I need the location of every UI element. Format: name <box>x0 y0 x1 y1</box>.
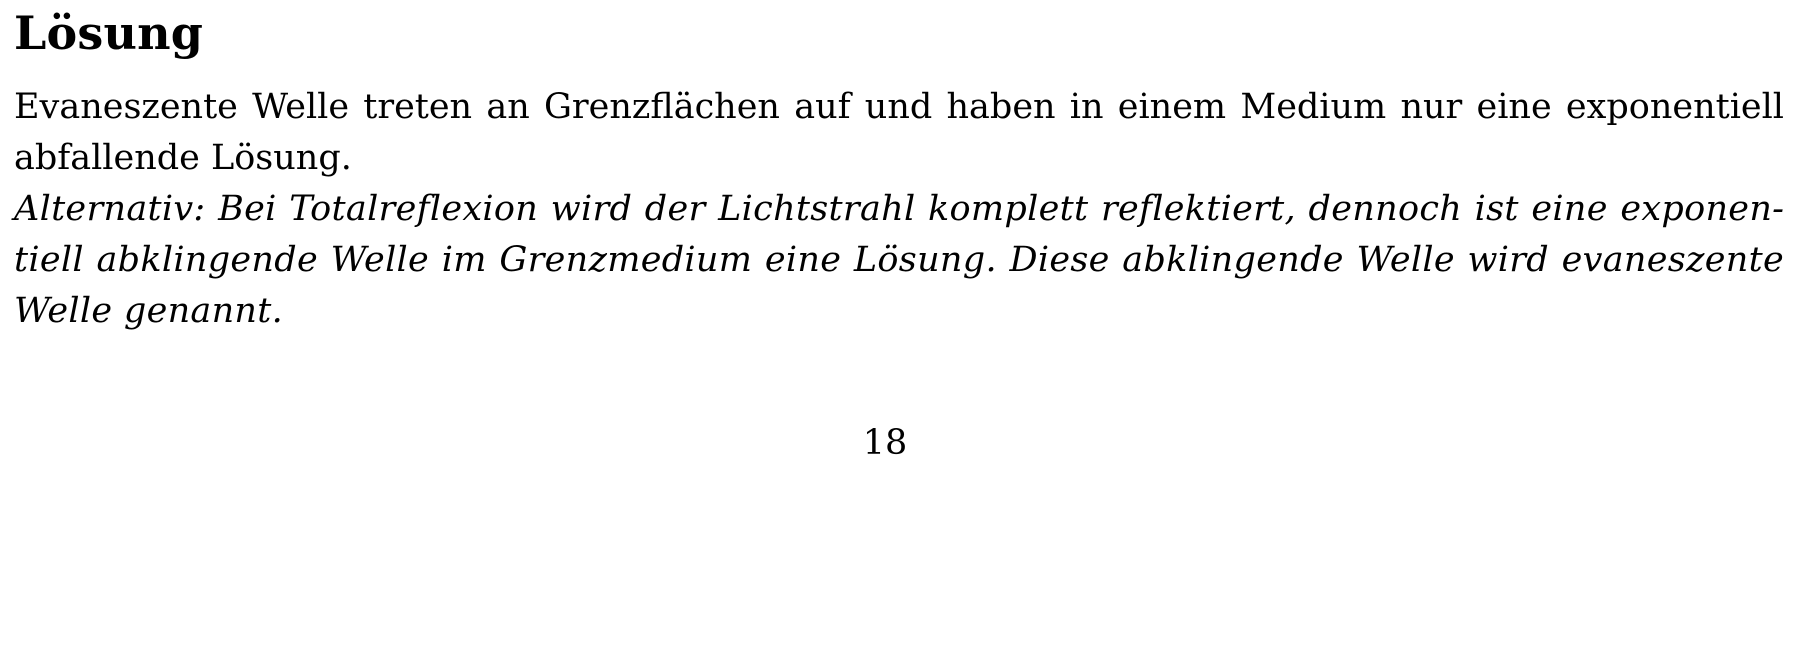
section-heading: Lösung <box>14 6 204 60</box>
body-paragraph: Evaneszente Welle treten an Grenzflächen… <box>14 87 1784 178</box>
document-page: Lösung Evaneszente Welle treten an Grenz… <box>14 0 1784 337</box>
page-number: 18 <box>862 423 908 463</box>
alternative-paragraph: Alternativ: Bei Totalreflexion wird der … <box>14 189 1784 331</box>
